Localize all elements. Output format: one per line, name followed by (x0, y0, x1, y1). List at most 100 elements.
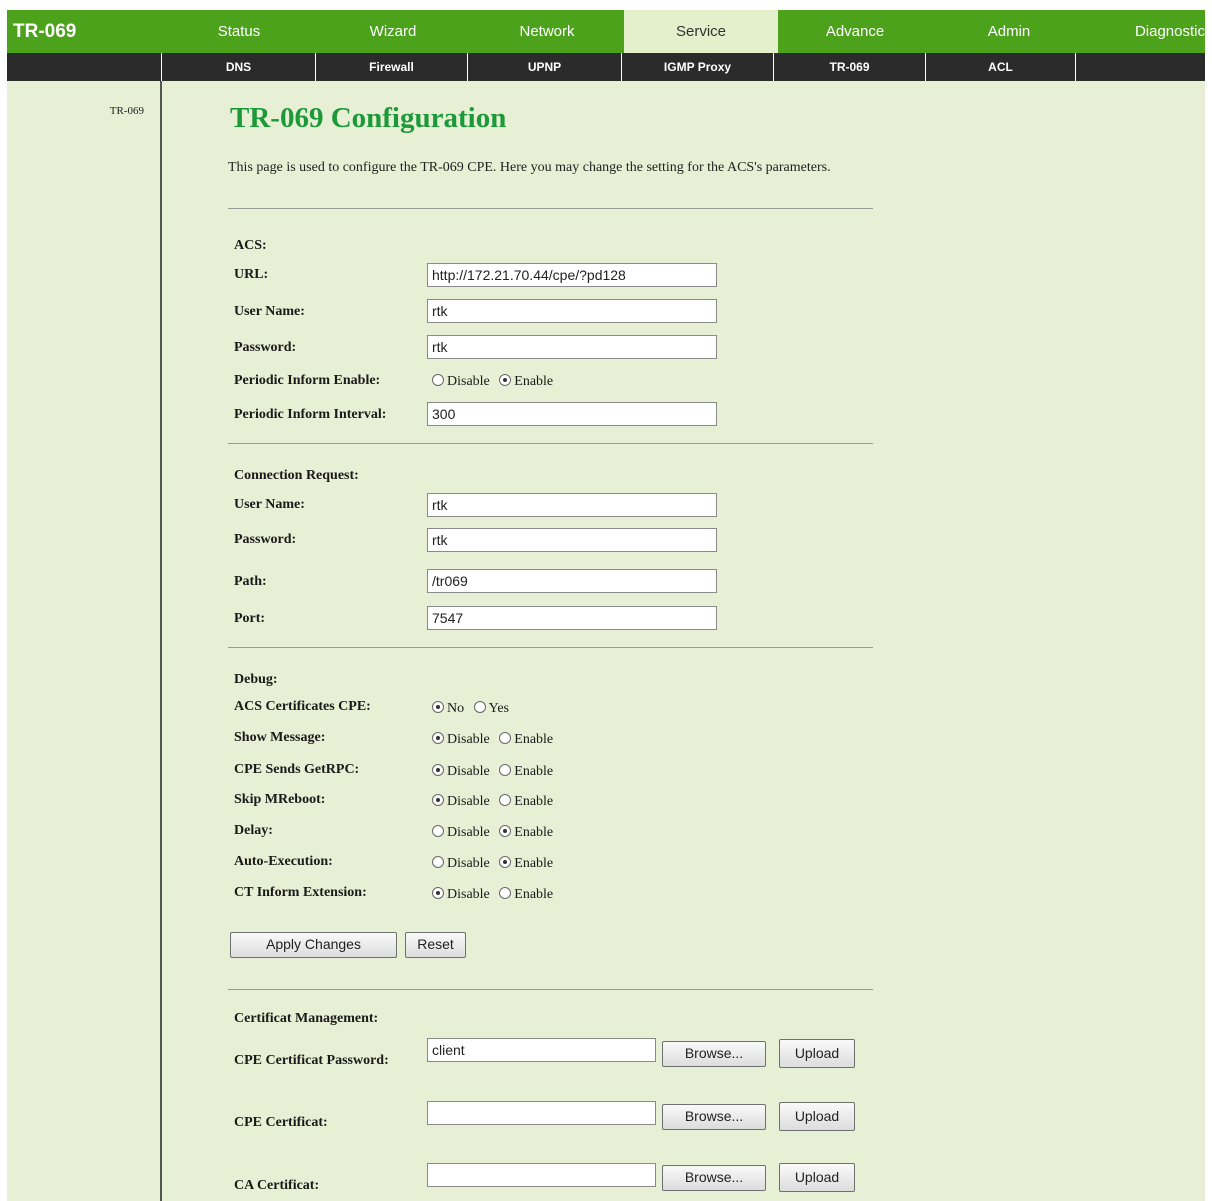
cpe-sends-getrpc-group: Disable Enable (432, 764, 559, 780)
subtab-firewall[interactable]: Firewall (315, 53, 467, 81)
show-message-enable-radio[interactable]: Enable (499, 732, 553, 748)
show-message-disable-radio[interactable]: Disable (432, 732, 490, 748)
sidebar: TR-069 (7, 81, 162, 1201)
ca-certificat-input[interactable] (427, 1163, 656, 1187)
reset-button[interactable]: Reset (405, 932, 466, 958)
conn-path-input[interactable] (427, 569, 717, 593)
certificate-management-heading: Certificat Management: (234, 1011, 379, 1026)
ca-certificat-browse-button[interactable]: Browse... (662, 1165, 766, 1191)
tab-service[interactable]: Service (624, 10, 778, 53)
subtab-empty (1075, 53, 1205, 81)
cpe-sends-enable-radio[interactable]: Enable (499, 764, 553, 780)
cpe-certificat-upload-button[interactable]: Upload (779, 1102, 855, 1131)
subtab-dns[interactable]: DNS (161, 53, 315, 81)
subtab-tr069[interactable]: TR-069 (773, 53, 925, 81)
radio-icon (499, 764, 512, 776)
ct-inform-enable-radio[interactable]: Enable (499, 887, 553, 903)
acs-url-label: URL: (234, 267, 269, 282)
skip-mreboot-disable-radio[interactable]: Disable (432, 794, 490, 810)
acs-username-label: User Name: (234, 304, 305, 319)
divider (228, 647, 873, 648)
conn-port-label: Port: (234, 611, 266, 626)
radio-icon (432, 374, 444, 386)
acs-url-input[interactable] (427, 263, 717, 287)
sub-nav: DNS Firewall UPNP IGMP Proxy TR-069 ACL (7, 53, 1205, 81)
radio-icon (499, 887, 512, 899)
periodic-inform-enable-label: Periodic Inform Enable: (234, 373, 381, 388)
radio-checked-icon (432, 764, 444, 776)
delay-disable-radio[interactable]: Disable (432, 825, 490, 841)
cpe-certificat-input[interactable] (427, 1101, 656, 1125)
tab-advance[interactable]: Advance (778, 10, 932, 53)
cpe-sends-disable-radio[interactable]: Disable (432, 764, 490, 780)
ct-inform-extension-label: CT Inform Extension: (234, 885, 367, 900)
divider (228, 208, 873, 209)
delay-label: Delay: (234, 823, 273, 838)
show-message-label: Show Message: (234, 730, 326, 745)
periodic-enable-radio[interactable]: Enable (499, 374, 553, 390)
delay-group: Disable Enable (432, 825, 559, 841)
auto-execution-group: Disable Enable (432, 856, 559, 872)
tab-network[interactable]: Network (470, 10, 624, 53)
show-message-group: Disable Enable (432, 732, 559, 748)
subtab-upnp[interactable]: UPNP (467, 53, 621, 81)
ca-certificat-upload-button[interactable]: Upload (779, 1163, 855, 1192)
radio-checked-icon (499, 374, 512, 386)
skip-mreboot-label: Skip MReboot: (234, 792, 326, 807)
ct-inform-disable-radio[interactable]: Disable (432, 887, 490, 903)
page-title: TR-069 Configuration (230, 102, 507, 134)
tab-wizard[interactable]: Wizard (316, 10, 470, 53)
periodic-inform-interval-input[interactable] (427, 402, 717, 426)
conn-port-input[interactable] (427, 606, 717, 630)
subtab-acl[interactable]: ACL (925, 53, 1075, 81)
skip-mreboot-group: Disable Enable (432, 794, 559, 810)
cpe-certificat-browse-button[interactable]: Browse... (662, 1104, 766, 1130)
conn-password-input[interactable] (427, 528, 717, 552)
conn-path-label: Path: (234, 574, 267, 589)
connection-request-heading: Connection Request: (234, 468, 359, 483)
acs-password-input[interactable] (427, 335, 717, 359)
ca-certificat-label: CA Certificat: (234, 1178, 320, 1193)
cpe-certificat-password-input[interactable] (427, 1038, 656, 1062)
acs-certificates-cpe-group: No Yes (432, 701, 515, 717)
subtab-igmp-proxy[interactable]: IGMP Proxy (621, 53, 773, 81)
radio-icon (499, 794, 512, 806)
acs-username-input[interactable] (427, 299, 717, 323)
skip-mreboot-enable-radio[interactable]: Enable (499, 794, 553, 810)
cpe-certificat-label: CPE Certificat: (234, 1115, 328, 1130)
radio-checked-icon (499, 825, 512, 837)
periodic-inform-enable-group: Disable Enable (432, 374, 559, 390)
conn-username-input[interactable] (427, 493, 717, 517)
divider (228, 989, 873, 990)
ct-inform-extension-group: Disable Enable (432, 887, 559, 903)
apply-changes-button[interactable]: Apply Changes (230, 932, 397, 958)
tab-status[interactable]: Status (162, 10, 316, 53)
sidebar-item-tr069[interactable]: TR-069 (110, 105, 144, 117)
auto-execution-disable-radio[interactable]: Disable (432, 856, 490, 872)
page-description: This page is used to configure the TR-06… (228, 160, 831, 175)
acs-password-label: Password: (234, 340, 297, 355)
debug-heading: Debug: (234, 672, 278, 687)
brand-logo: TR-069 (13, 21, 77, 42)
periodic-inform-interval-label: Periodic Inform Interval: (234, 407, 387, 422)
cpe-certificat-password-label: CPE Certificat Password: (234, 1053, 389, 1068)
periodic-disable-radio[interactable]: Disable (432, 374, 490, 390)
radio-checked-icon (432, 887, 444, 899)
cpe-password-browse-button[interactable]: Browse... (662, 1041, 766, 1067)
radio-checked-icon (432, 794, 444, 806)
acs-cert-no-radio[interactable]: No (432, 701, 464, 717)
cpe-password-upload-button[interactable]: Upload (779, 1039, 855, 1068)
top-nav: TR-069 Status Wizard Network Service Adv… (7, 10, 1205, 53)
radio-icon (499, 732, 512, 744)
delay-enable-radio[interactable]: Enable (499, 825, 553, 841)
tab-diagnostic[interactable]: Diagnostic (1086, 10, 1205, 53)
radio-icon (473, 701, 486, 713)
acs-heading: ACS: (234, 238, 267, 253)
tab-admin[interactable]: Admin (932, 10, 1086, 53)
radio-icon (432, 825, 444, 837)
auto-execution-enable-radio[interactable]: Enable (499, 856, 553, 872)
page-frame: TR-069 Status Wizard Network Service Adv… (7, 10, 1205, 1201)
acs-certificates-cpe-label: ACS Certificates CPE: (234, 699, 371, 714)
acs-cert-yes-radio[interactable]: Yes (473, 701, 509, 717)
auto-execution-label: Auto-Execution: (234, 854, 333, 869)
